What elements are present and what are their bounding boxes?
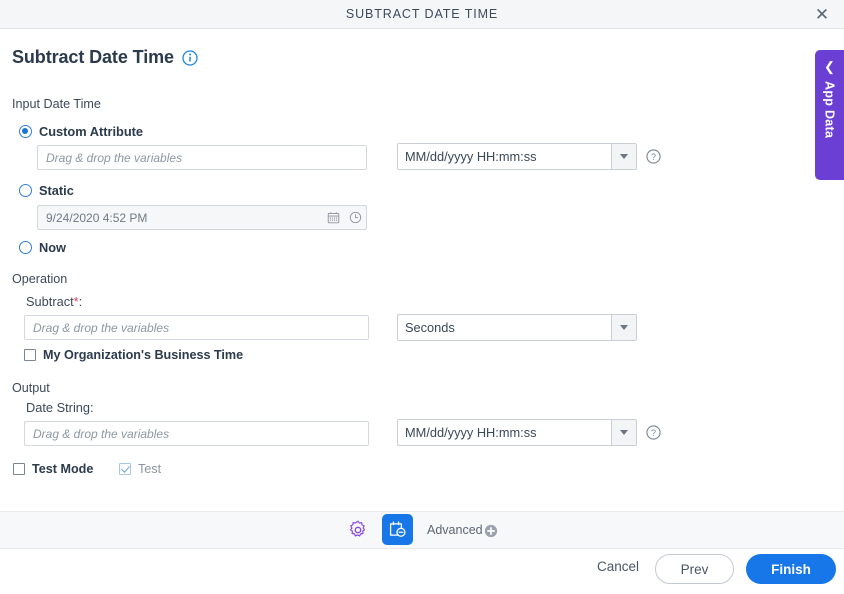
static-datetime-field[interactable]	[37, 205, 367, 230]
radio-static-indicator	[19, 184, 32, 197]
app-data-tab[interactable]: ❮ App Data	[815, 50, 844, 180]
subtract-label-text: Subtract	[26, 294, 74, 309]
subtract-label-colon: :	[78, 294, 83, 309]
radio-now[interactable]: Now	[19, 240, 66, 255]
business-time-checkbox[interactable]: My Organization's Business Time	[24, 348, 243, 362]
calendar-minus-icon	[388, 520, 407, 539]
radio-static-label: Static	[39, 183, 74, 198]
chevron-left-icon: ❮	[824, 59, 835, 74]
operation-label: Operation	[12, 272, 68, 286]
radio-static[interactable]: Static	[19, 183, 74, 198]
app-data-tab-label: App Data	[822, 81, 837, 139]
date-string-label: Date String:	[26, 400, 94, 415]
finish-button[interactable]: Finish	[746, 554, 836, 584]
subtract-unit-value: Seconds	[405, 320, 455, 335]
page-title: Subtract Date Time	[12, 47, 174, 67]
subtract-value-input[interactable]	[24, 315, 369, 340]
svg-text:?: ?	[651, 428, 656, 438]
clock-icon[interactable]	[344, 206, 366, 229]
test-checkbox-box	[119, 463, 131, 475]
test-mode-checkbox-label: Test Mode	[32, 462, 94, 476]
info-circle-icon[interactable]	[182, 49, 198, 66]
test-checkbox-label: Test	[138, 462, 162, 476]
subtract-unit-select[interactable]: Seconds	[397, 314, 637, 341]
close-icon[interactable]: ✕	[810, 3, 834, 27]
calendar-minus-icon-button[interactable]	[382, 514, 413, 545]
static-datetime-input[interactable]	[38, 206, 322, 229]
date-string-input[interactable]	[24, 421, 369, 446]
subtract-label: Subtract*:	[26, 294, 82, 309]
page-header: Subtract Date Time	[12, 47, 198, 68]
output-format-select[interactable]: MM/dd/yyyy HH:mm:ss	[397, 419, 637, 446]
gear-icon[interactable]	[347, 519, 369, 541]
dialog-titlebar: SUBTRACT DATE TIME ✕	[0, 0, 844, 29]
input-date-time-label: Input Date Time	[12, 97, 101, 111]
subtract-date-time-dialog: SUBTRACT DATE TIME ✕ Subtract Date Time …	[0, 0, 844, 594]
custom-attribute-input[interactable]	[37, 145, 367, 170]
radio-now-label: Now	[39, 240, 67, 255]
cancel-button[interactable]: Cancel	[591, 558, 645, 575]
output-format-help-circle-icon[interactable]: ?	[646, 425, 661, 440]
test-mode-checkbox-box	[13, 463, 25, 475]
chevron-down-icon[interactable]	[611, 144, 636, 169]
svg-text:?: ?	[651, 152, 656, 162]
advanced-label: Advanced	[427, 523, 483, 537]
input-format-select[interactable]: MM/dd/yyyy HH:mm:ss	[397, 143, 637, 170]
dialog-title: SUBTRACT DATE TIME	[345, 7, 499, 21]
test-mode-checkbox[interactable]: Test Mode	[13, 462, 93, 476]
radio-custom-attribute[interactable]: Custom Attribute	[19, 124, 143, 139]
output-format-value: MM/dd/yyyy HH:mm:ss	[405, 425, 537, 440]
prev-button[interactable]: Prev	[655, 554, 734, 584]
input-format-value: MM/dd/yyyy HH:mm:ss	[405, 149, 537, 164]
radio-custom-attribute-indicator	[19, 125, 32, 138]
chevron-down-icon[interactable]	[611, 420, 636, 445]
business-time-checkbox-box	[24, 349, 36, 361]
chevron-down-icon[interactable]	[611, 315, 636, 340]
business-time-checkbox-label: My Organization's Business Time	[43, 348, 244, 362]
plus-circle-icon[interactable]	[484, 524, 498, 538]
radio-now-indicator	[19, 241, 32, 254]
bottom-toolbar	[0, 511, 844, 549]
output-label: Output	[12, 381, 50, 395]
calendar-icon[interactable]	[322, 206, 344, 229]
test-checkbox[interactable]: Test	[119, 462, 161, 476]
input-format-help-circle-icon[interactable]: ?	[646, 149, 661, 164]
radio-custom-attribute-label: Custom Attribute	[39, 124, 144, 139]
